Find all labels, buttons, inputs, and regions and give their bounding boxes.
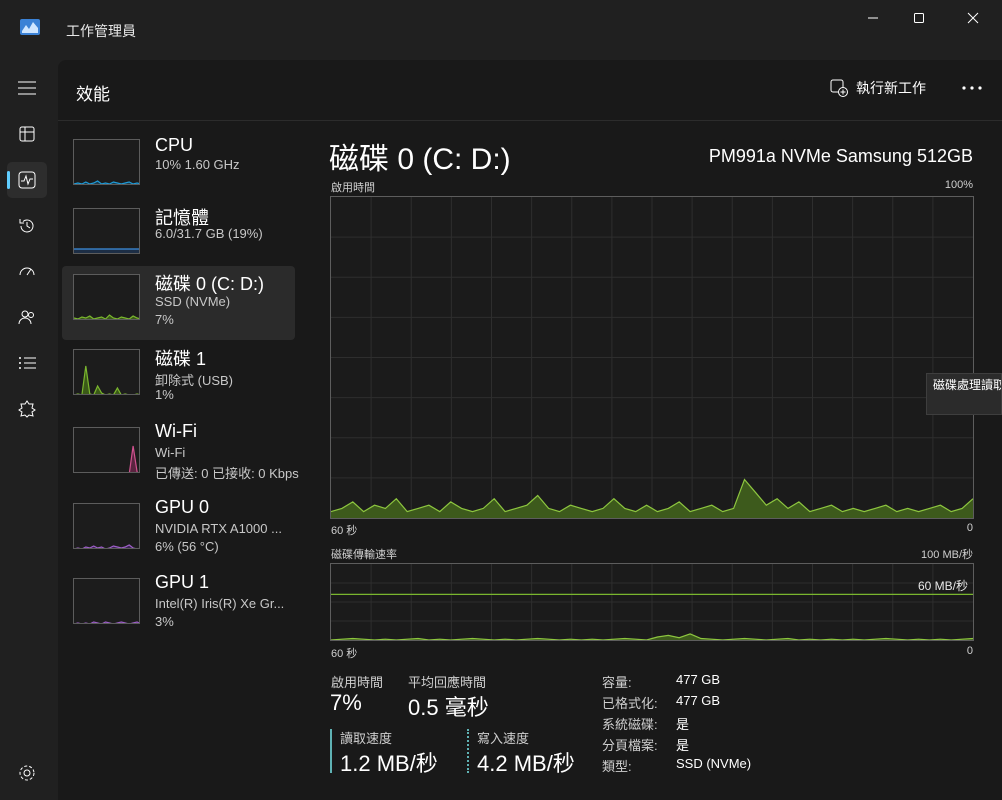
device-model: PM991a NVMe Samsung 512GB [708, 146, 973, 166]
startup-apps-icon[interactable] [7, 254, 47, 290]
device-usage: 7% [155, 312, 174, 327]
device-item-disk-0[interactable]: 磁碟 0 (C: D:) SSD (NVMe) 7% [62, 266, 295, 340]
details-icon[interactable] [7, 345, 47, 381]
app-history-icon[interactable] [7, 208, 47, 244]
property-label: 分頁檔案: [602, 738, 658, 753]
chart-transfer-rate-xmax: 0 [966, 645, 973, 657]
property-value: 是 [676, 717, 690, 732]
device-item-wifi[interactable]: Wi-Fi Wi-Fi 已傳送: 0 已接收: 0 Kbps [62, 417, 299, 491]
device-thumbnail [73, 503, 140, 549]
tooltip: 磁碟處理讀取比 [926, 373, 1002, 415]
chart-active-time-xmin: 60 秒 [331, 525, 358, 537]
device-detail: Intel(R) Iris(R) Xe Gr... [155, 596, 285, 611]
device-thumbnail [73, 578, 140, 624]
new-task-icon [830, 79, 848, 97]
selected-indicator [7, 171, 10, 189]
device-usage: 6% (56 °C) [155, 539, 219, 554]
device-item-gpu-1[interactable]: GPU 1 Intel(R) Iris(R) Xe Gr... 3% [62, 568, 295, 642]
device-item-gpu-0[interactable]: GPU 0 NVIDIA RTX A1000 ... 6% (56 °C) [62, 493, 295, 567]
read-speed-value: 1.2 MB/秒 [340, 751, 438, 776]
device-detail: Wi-Fi [155, 445, 186, 460]
chart-transfer-rate-xmin: 60 秒 [331, 648, 358, 660]
property-label: 類型: [602, 759, 632, 774]
device-name: Wi-Fi [155, 421, 197, 441]
transfer-rate-chart [330, 563, 974, 641]
minimize-button[interactable] [850, 0, 896, 36]
device-thumbnail [73, 208, 140, 254]
performance-icon[interactable] [7, 162, 47, 198]
property-value: 477 GB [676, 672, 721, 687]
device-item-disk-1[interactable]: 磁碟 1 卸除式 (USB) 1% [62, 341, 295, 415]
device-thumbnail [73, 427, 140, 473]
chart-transfer-rate-label: 磁碟傳輸速率 [331, 549, 397, 561]
device-name: GPU 1 [155, 572, 210, 592]
chart-active-time-xmax: 0 [966, 522, 973, 534]
device-name: GPU 0 [155, 497, 210, 517]
device-usage: 3% [155, 614, 174, 629]
chart-active-time-max: 100% [944, 179, 973, 191]
write-speed-label: 寫入速度 [477, 731, 530, 746]
property-label: 已格式化: [602, 696, 658, 711]
device-detail: 10% 1.60 GHz [155, 157, 240, 172]
users-icon[interactable] [7, 299, 47, 335]
page-title: 效能 [76, 85, 110, 104]
property-value: 是 [676, 738, 690, 753]
device-item-memory[interactable]: 記憶體 6.0/31.7 GB (19%) [62, 200, 295, 274]
device-thumbnail [73, 349, 140, 395]
response-time-stat-label: 平均回應時間 [408, 675, 487, 690]
device-name: 磁碟 1 [155, 349, 207, 369]
device-usage: 1% [155, 387, 174, 402]
device-detail: 6.0/31.7 GB (19%) [155, 226, 263, 241]
active-time-chart [330, 196, 974, 519]
device-sparkline-fill [74, 249, 139, 253]
device-sparkline-line [128, 445, 139, 472]
processes-icon[interactable] [7, 116, 47, 152]
device-detail: NVIDIA RTX A1000 ... [155, 521, 282, 536]
property-label: 容量: [602, 675, 632, 690]
read-speed-marker [330, 729, 332, 773]
detail-title: 磁碟 0 (C: D:) [329, 143, 511, 176]
settings-icon[interactable] [7, 755, 47, 791]
device-thumbnail [73, 139, 140, 185]
chart-transfer-rate-max: 100 MB/秒 [921, 549, 973, 561]
device-thumbnail [73, 274, 140, 320]
property-label: 系統磁碟: [602, 717, 658, 732]
run-new-task-label: 執行新工作 [856, 80, 926, 96]
write-speed-value: 4.2 MB/秒 [477, 751, 575, 776]
task-manager-icon [20, 19, 40, 35]
transfer-rate-chart-plot [330, 564, 974, 641]
menu-icon[interactable] [7, 70, 47, 106]
device-item-cpu[interactable]: CPU 10% 1.60 GHz [62, 131, 295, 205]
maximize-button[interactable] [896, 0, 942, 36]
active-time-stat-label: 啟用時間 [331, 675, 384, 690]
property-value: 477 GB [676, 693, 721, 708]
write-speed-marker [467, 729, 469, 773]
services-icon[interactable] [7, 391, 47, 427]
device-detail: SSD (NVMe) [155, 294, 231, 309]
chart-transfer-rate-ref: 60 MB/秒 [917, 579, 968, 593]
more-options-icon[interactable] [954, 72, 990, 104]
property-value: SSD (NVMe) [676, 756, 752, 771]
run-new-task-button[interactable]: 執行新工作 [822, 72, 942, 104]
window-title: 工作管理員 [66, 23, 136, 39]
device-usage: 已傳送: 0 已接收: 0 Kbps [155, 466, 299, 481]
read-speed-label: 讀取速度 [340, 731, 393, 746]
active-time-chart-plot [330, 197, 974, 518]
device-name: CPU [155, 135, 194, 155]
response-time-stat-value: 0.5 毫秒 [408, 695, 489, 720]
chart-active-time-label: 啟用時間 [331, 182, 375, 194]
close-button[interactable] [950, 0, 996, 36]
device-name: 磁碟 0 (C: D:) [155, 274, 265, 294]
active-time-stat-value: 7% [330, 690, 362, 715]
device-sparkline-line [75, 621, 139, 623]
